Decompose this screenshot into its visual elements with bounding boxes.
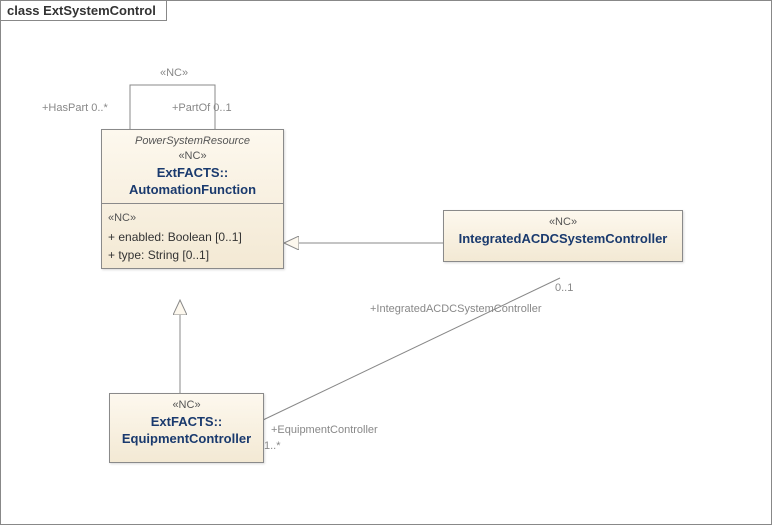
class-attribute: + enabled: Boolean [0..1] — [108, 228, 277, 246]
class-name: ExtFACTS:: EquipmentController — [116, 413, 257, 448]
class-header: «NC» ExtFACTS:: EquipmentController — [110, 394, 263, 452]
class-name: IntegratedACDCSystemController — [450, 230, 676, 248]
assoc-end-haspart: +HasPart 0..* — [42, 102, 108, 114]
class-stereotype: «NC» — [450, 215, 676, 230]
class-header: PowerSystemResource «NC» ExtFACTS:: Auto… — [102, 130, 283, 204]
class-header: «NC» IntegratedACDCSystemController — [444, 211, 682, 251]
assoc-end-integrated-controller-role: +IntegratedACDCSystemController — [370, 303, 542, 315]
class-attribute: + type: String [0..1] — [108, 246, 277, 264]
attr-stereotype: «NC» — [108, 210, 277, 227]
class-automation-function: PowerSystemResource «NC» ExtFACTS:: Auto… — [101, 129, 284, 269]
class-stereotype: «NC» — [108, 149, 277, 164]
class-body: «NC» + enabled: Boolean [0..1] + type: S… — [102, 204, 283, 269]
diagram-title-tab: class ExtSystemControl — [1, 1, 167, 21]
class-integrated-acdc-system-controller: «NC» IntegratedACDCSystemController — [443, 210, 683, 262]
assoc-end-partof: +PartOf 0..1 — [172, 102, 232, 114]
class-equipment-controller: «NC» ExtFACTS:: EquipmentController — [109, 393, 264, 463]
class-body — [444, 251, 682, 261]
diagram-title: class ExtSystemControl — [7, 3, 156, 18]
assoc-end-integrated-controller-mult: 0..1 — [555, 282, 573, 294]
class-name: ExtFACTS:: AutomationFunction — [108, 164, 277, 199]
assoc-end-equipment-controller-mult: 1..* — [264, 440, 281, 452]
assoc-self-stereotype: «NC» — [160, 67, 188, 79]
assoc-end-equipment-controller-role: +EquipmentController — [271, 424, 378, 436]
class-stereotype: «NC» — [116, 398, 257, 413]
class-package: PowerSystemResource — [108, 134, 277, 149]
class-body — [110, 452, 263, 462]
